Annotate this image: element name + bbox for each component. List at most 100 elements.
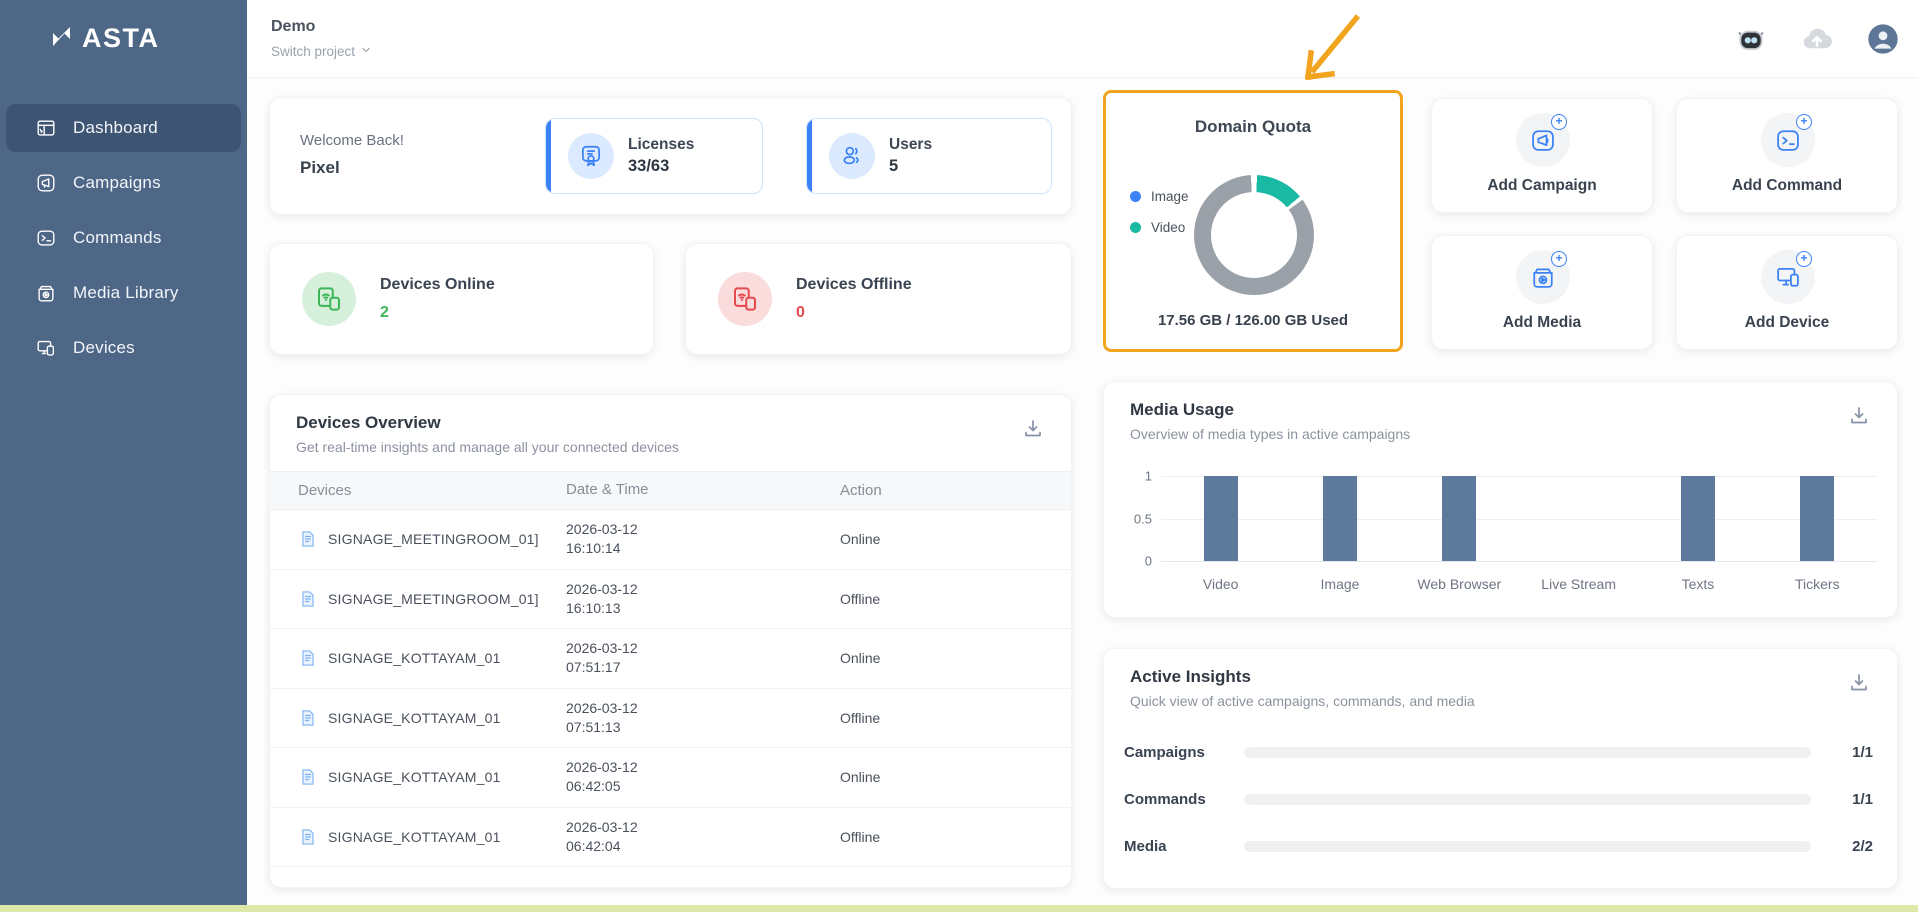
bar-video xyxy=(1203,476,1238,561)
switch-project-dropdown[interactable]: Switch project xyxy=(271,44,372,59)
domain-quota-legend: Image Video xyxy=(1130,189,1189,235)
download-icon[interactable] xyxy=(1847,671,1873,697)
document-icon xyxy=(298,767,318,787)
add-media-card[interactable]: + Add Media xyxy=(1431,235,1653,350)
device-action: Online xyxy=(840,650,881,667)
sidebar: ASTA Dashboard Campaigns Commands Media Lib… xyxy=(0,0,247,912)
insight-value: 2/2 xyxy=(1852,837,1873,855)
add-campaign-card[interactable]: + Add Campaign xyxy=(1431,98,1653,213)
dashboard-page: ASTA Dashboard Campaigns Commands Media Lib… xyxy=(0,0,1918,912)
user-avatar[interactable] xyxy=(1866,22,1900,56)
media-library-icon xyxy=(34,281,58,305)
table-row[interactable]: SIGNAGE_KOTTAYAM_01 2026-03-12 06:42:05 Onl… xyxy=(270,748,1071,808)
device-datetime: 2026-03-12 07:51:13 xyxy=(566,699,638,735)
table-row[interactable]: SIGNAGE_KOTTAYAM_01 2026-03-12 06:42:04 Off… xyxy=(270,808,1071,867)
document-icon xyxy=(298,589,318,609)
legend-item-image: Image xyxy=(1130,189,1189,204)
sidebar-item-media-library[interactable]: Media Library xyxy=(6,269,241,317)
sidebar-item-campaigns[interactable]: Campaigns xyxy=(6,159,241,207)
col-action: Action xyxy=(840,482,882,499)
domain-quota-card[interactable]: Domain Quota Image Video 17.56 GB / 126.0… xyxy=(1103,90,1403,352)
progress-bar xyxy=(1244,793,1811,805)
download-icon[interactable] xyxy=(1021,417,1047,443)
legend-dot xyxy=(1130,222,1141,233)
bar-slot xyxy=(1280,476,1399,561)
y-tick-label: 1 xyxy=(1144,468,1152,484)
add-device-label: Add Device xyxy=(1744,314,1830,331)
device-datetime: 2026-03-12 16:10:13 xyxy=(566,580,638,616)
bar-slot xyxy=(1638,476,1757,561)
add-campaign-label: Add Campaign xyxy=(1487,177,1597,194)
cloud-upload-icon[interactable] xyxy=(1800,22,1834,56)
progress-bar xyxy=(1244,746,1811,758)
insight-row-campaigns: Campaigns 1/1 xyxy=(1124,737,1873,767)
media-usage-card: Media Usage Overview of media types in a… xyxy=(1103,381,1898,618)
device-datetime: 2026-03-12 16:10:14 xyxy=(566,521,638,557)
device-name: SIGNAGE_KOTTAYAM_01 xyxy=(328,828,501,845)
header-icons xyxy=(1734,22,1900,56)
add-device-icon: + xyxy=(1761,250,1815,304)
bottom-highlight-strip xyxy=(0,905,1918,912)
app-name: ASTA xyxy=(82,23,160,53)
document-icon xyxy=(298,827,318,847)
devices-overview-card: Devices Overview Get real-time insights … xyxy=(269,394,1072,888)
users-icon xyxy=(829,133,875,179)
sidebar-nav: Dashboard Campaigns Commands Media Library D… xyxy=(0,104,247,372)
active-insights-card: Active Insights Quick view of active cam… xyxy=(1103,648,1898,889)
devices-icon xyxy=(34,336,58,360)
bar-slot xyxy=(1161,476,1280,561)
bars-row xyxy=(1161,476,1877,561)
device-name: SIGNAGE_MEETINGROOM_01] xyxy=(328,590,539,607)
licenses-stat[interactable]: Licenses 33/63 xyxy=(545,118,763,194)
add-command-card[interactable]: + Add Command xyxy=(1676,98,1898,213)
campaigns-icon xyxy=(34,171,58,195)
devices-overview-subtitle: Get real-time insights and manage all yo… xyxy=(296,439,679,455)
device-name: SIGNAGE_MEETINGROOM_01] xyxy=(328,531,539,548)
y-tick-label: 0.5 xyxy=(1133,511,1152,526)
x-tick-label: Texts xyxy=(1681,576,1715,592)
project-name: Demo xyxy=(271,18,316,35)
devices-offline-value: 0 xyxy=(796,304,805,321)
plus-badge: + xyxy=(1796,251,1812,267)
devices-online-label: Devices Online xyxy=(380,276,495,293)
insight-label: Campaigns xyxy=(1124,743,1205,761)
sidebar-item-devices[interactable]: Devices xyxy=(6,324,241,372)
licenses-label: Licenses xyxy=(628,136,695,153)
x-tick-label: Video xyxy=(1202,576,1239,592)
plus-badge: + xyxy=(1551,114,1567,130)
users-stat[interactable]: Users 5 xyxy=(806,118,1052,194)
sidebar-item-dashboard[interactable]: Dashboard xyxy=(6,104,241,152)
table-row[interactable]: SIGNAGE_KOTTAYAM_01 2026-03-12 07:51:17 Onl… xyxy=(270,629,1071,689)
dashboard-icon xyxy=(34,116,58,140)
add-device-card[interactable]: + Add Device xyxy=(1676,235,1898,350)
devices-offline-card[interactable]: Devices Offline 0 xyxy=(685,243,1072,355)
device-action: Online xyxy=(840,769,881,786)
devices-online-card[interactable]: Devices Online 2 xyxy=(269,243,654,355)
table-row[interactable]: SIGNAGE_MEETINGROOM_01] 2026-03-12 16:10:1… xyxy=(270,510,1071,570)
insight-label: Media xyxy=(1124,837,1167,855)
sidebar-item-label: Dashboard xyxy=(73,118,158,137)
chatbot-icon[interactable] xyxy=(1734,22,1768,56)
plus-badge: + xyxy=(1796,114,1812,130)
table-row[interactable]: SIGNAGE_MEETINGROOM_01] 2026-03-12 16:10:1… xyxy=(270,570,1071,629)
domain-quota-donut-chart xyxy=(1194,175,1314,295)
device-datetime: 2026-03-12 06:42:04 xyxy=(566,818,638,854)
gridline xyxy=(1161,561,1877,562)
progress-bar xyxy=(1244,840,1811,852)
devices-offline-label: Devices Offline xyxy=(796,276,912,293)
insight-row-commands: Commands 1/1 xyxy=(1124,784,1873,814)
active-insights-subtitle: Quick view of active campaigns, commands… xyxy=(1130,693,1475,709)
app-logo[interactable]: ASTA xyxy=(0,0,247,55)
legend-item-video: Video xyxy=(1130,220,1189,235)
table-row[interactable]: SIGNAGE_KOTTAYAM_01 2026-03-12 07:51:13 Off… xyxy=(270,689,1071,748)
bar-image xyxy=(1322,476,1357,561)
x-tick-label: Image xyxy=(1320,576,1360,592)
commands-icon xyxy=(34,226,58,250)
sidebar-item-commands[interactable]: Commands xyxy=(6,214,241,262)
x-tick-label: Live Stream xyxy=(1541,576,1616,592)
bar-slot xyxy=(1400,476,1519,561)
insight-label: Commands xyxy=(1124,790,1206,808)
add-media-icon: + xyxy=(1516,250,1570,304)
device-action: Online xyxy=(840,531,881,548)
device-action: Offline xyxy=(840,828,881,845)
